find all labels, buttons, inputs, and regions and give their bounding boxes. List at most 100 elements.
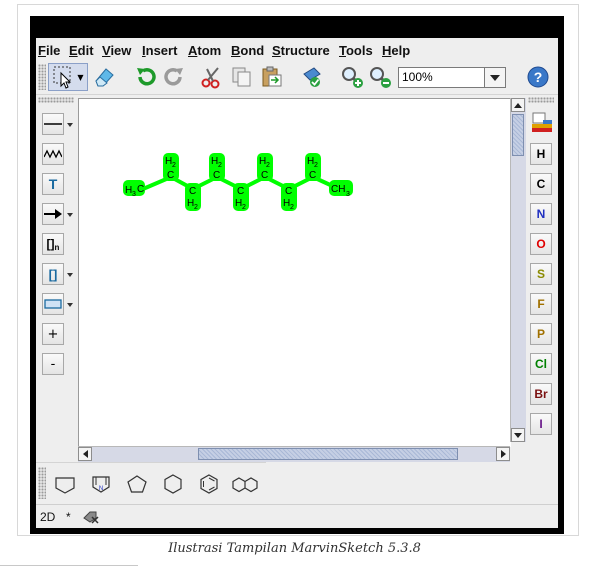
atom-h-subscript: 2 bbox=[314, 162, 318, 169]
atom-button-s[interactable]: S bbox=[530, 263, 552, 285]
atom-h3-subscript: 3 bbox=[132, 191, 136, 198]
help-button[interactable]: ? bbox=[524, 63, 552, 91]
menu-tools[interactable]: Tools bbox=[339, 43, 373, 58]
atom-toolbar-grip[interactable] bbox=[528, 97, 554, 103]
menu-view[interactable]: View bbox=[102, 43, 131, 58]
horizontal-scrollbar[interactable] bbox=[78, 446, 510, 462]
atom-ch3-right[interactable]: CH 3 bbox=[329, 180, 353, 198]
menu-edit[interactable]: Edit bbox=[69, 43, 94, 58]
zoom-in-icon bbox=[342, 67, 363, 88]
zoom-in-button[interactable] bbox=[338, 63, 366, 91]
menu-atom[interactable]: Atom bbox=[188, 43, 221, 58]
vertical-scroll-thumb[interactable] bbox=[512, 114, 524, 156]
chevron-down-icon bbox=[490, 74, 500, 81]
paste-button[interactable] bbox=[258, 63, 286, 91]
scroll-up-button[interactable] bbox=[511, 98, 525, 112]
atom-symbol: O bbox=[536, 237, 546, 251]
atom-ch2-up-2[interactable]: H 2 C bbox=[209, 153, 225, 181]
periodic-table-button[interactable] bbox=[530, 111, 554, 135]
atom-button-c[interactable]: C bbox=[530, 173, 552, 195]
drawing-canvas[interactable]: H 3 C H 2 C H 2 C H 2 C H 2 C C H 2 C H … bbox=[78, 98, 511, 447]
atom-ch2-up-3[interactable]: H 2 C bbox=[257, 153, 273, 181]
chevron-down-icon: ▼ bbox=[77, 72, 84, 82]
hexagon-icon bbox=[164, 474, 182, 494]
menu-structure[interactable]: Structure bbox=[272, 43, 330, 58]
redo-button[interactable] bbox=[160, 63, 188, 91]
atom-h-subscript: 2 bbox=[172, 162, 176, 169]
zoom-dropdown-button[interactable] bbox=[484, 68, 505, 87]
atom-ch2-up-1[interactable]: H 2 C bbox=[163, 153, 179, 181]
copy-icon bbox=[232, 67, 251, 87]
menu-bond[interactable]: Bond bbox=[231, 43, 264, 58]
bracket-dropdown-icon[interactable] bbox=[67, 273, 73, 277]
toolbar-grip[interactable] bbox=[38, 64, 46, 90]
app-body: File Edit View Insert Atom Bond Structur… bbox=[36, 38, 558, 528]
scroll-down-button[interactable] bbox=[511, 428, 525, 442]
benzene-button[interactable] bbox=[196, 471, 222, 497]
periodic-table-icon bbox=[532, 112, 552, 132]
atom-button-cl[interactable]: Cl bbox=[530, 353, 552, 375]
sgroup-bracket-button[interactable]: [] n bbox=[42, 233, 64, 255]
pyrrole-button[interactable]: N bbox=[88, 471, 114, 497]
atom-button-p[interactable]: P bbox=[530, 323, 552, 345]
atom-ch2-down-1[interactable]: C H 2 bbox=[185, 183, 201, 211]
menu-help[interactable]: Help bbox=[382, 43, 410, 58]
arrow-dropdown-icon[interactable] bbox=[67, 213, 73, 217]
rectangle-icon bbox=[44, 299, 62, 309]
calculation-status-icon bbox=[82, 508, 100, 528]
atom-ch2-up-4[interactable]: H 2 C bbox=[305, 153, 321, 181]
atom-button-br[interactable]: Br bbox=[530, 383, 552, 405]
chevron-right-icon bbox=[500, 450, 506, 458]
text-tool-button[interactable]: T bbox=[42, 173, 64, 195]
bond-dropdown-icon[interactable] bbox=[67, 123, 73, 127]
cyclohexane-button[interactable] bbox=[160, 471, 186, 497]
clean-button[interactable] bbox=[298, 63, 326, 91]
select-tool-button[interactable]: ▼ bbox=[48, 63, 88, 91]
atom-c-label: C bbox=[167, 170, 174, 181]
figure-caption: Ilustrasi Tampilan MarvinSketch 5.3.8 bbox=[168, 541, 421, 556]
erase-button[interactable] bbox=[90, 63, 118, 91]
bracket-tool-button[interactable]: [] bbox=[42, 263, 64, 285]
cyclopentane-envelope-button[interactable] bbox=[52, 471, 78, 497]
chevron-down-icon bbox=[514, 432, 522, 438]
left-toolbar-grip[interactable] bbox=[38, 97, 74, 103]
undo-button[interactable] bbox=[132, 63, 160, 91]
naphthalene-button[interactable] bbox=[232, 471, 258, 497]
atom-button-o[interactable]: O bbox=[530, 233, 552, 255]
increase-charge-button[interactable]: + bbox=[42, 323, 64, 345]
left-toolbar: T [] n [] + - bbox=[36, 95, 78, 445]
atom-c-label: C bbox=[261, 170, 268, 181]
copy-button[interactable] bbox=[228, 63, 256, 91]
menu-file[interactable]: File bbox=[38, 43, 60, 58]
chain-tool-button[interactable] bbox=[42, 143, 64, 165]
shape-dropdown-icon[interactable] bbox=[67, 303, 73, 307]
atom-c-label: C bbox=[213, 170, 220, 181]
single-bond-button[interactable] bbox=[42, 113, 64, 135]
atom-h-subscript: 2 bbox=[242, 204, 246, 211]
atom-h-subscript: 2 bbox=[290, 204, 294, 211]
cut-button[interactable] bbox=[198, 63, 226, 91]
atom-ch3-left[interactable]: H 3 C bbox=[123, 180, 145, 198]
atom-symbol: Cl bbox=[535, 357, 547, 371]
atom-symbol: C bbox=[536, 177, 546, 191]
atom-button-h[interactable]: H bbox=[530, 143, 552, 165]
horizontal-scroll-thumb[interactable] bbox=[198, 448, 458, 460]
atom-ch2-down-3[interactable]: C H 2 bbox=[281, 183, 297, 211]
menu-insert[interactable]: Insert bbox=[142, 43, 177, 58]
atom-button-i[interactable]: I bbox=[530, 413, 552, 435]
template-toolbar-grip[interactable] bbox=[38, 467, 46, 499]
zoom-select[interactable]: 100% bbox=[398, 67, 506, 88]
zoom-out-button[interactable] bbox=[366, 63, 394, 91]
scroll-left-button[interactable] bbox=[78, 447, 92, 461]
select-icon bbox=[53, 66, 72, 89]
decrease-charge-button[interactable]: - bbox=[42, 353, 64, 375]
atom-button-n[interactable]: N bbox=[530, 203, 552, 225]
scroll-right-button[interactable] bbox=[496, 447, 510, 461]
atom-ch2-down-2[interactable]: C H 2 bbox=[233, 183, 249, 211]
atom-button-f[interactable]: F bbox=[530, 293, 552, 315]
cyclopentane-button[interactable] bbox=[124, 471, 150, 497]
marvinsketch-window: File Edit View Insert Atom Bond Structur… bbox=[30, 16, 564, 534]
arrow-tool-button[interactable] bbox=[42, 203, 64, 225]
rectangle-tool-button[interactable] bbox=[42, 293, 64, 315]
vertical-scrollbar[interactable] bbox=[510, 98, 526, 442]
